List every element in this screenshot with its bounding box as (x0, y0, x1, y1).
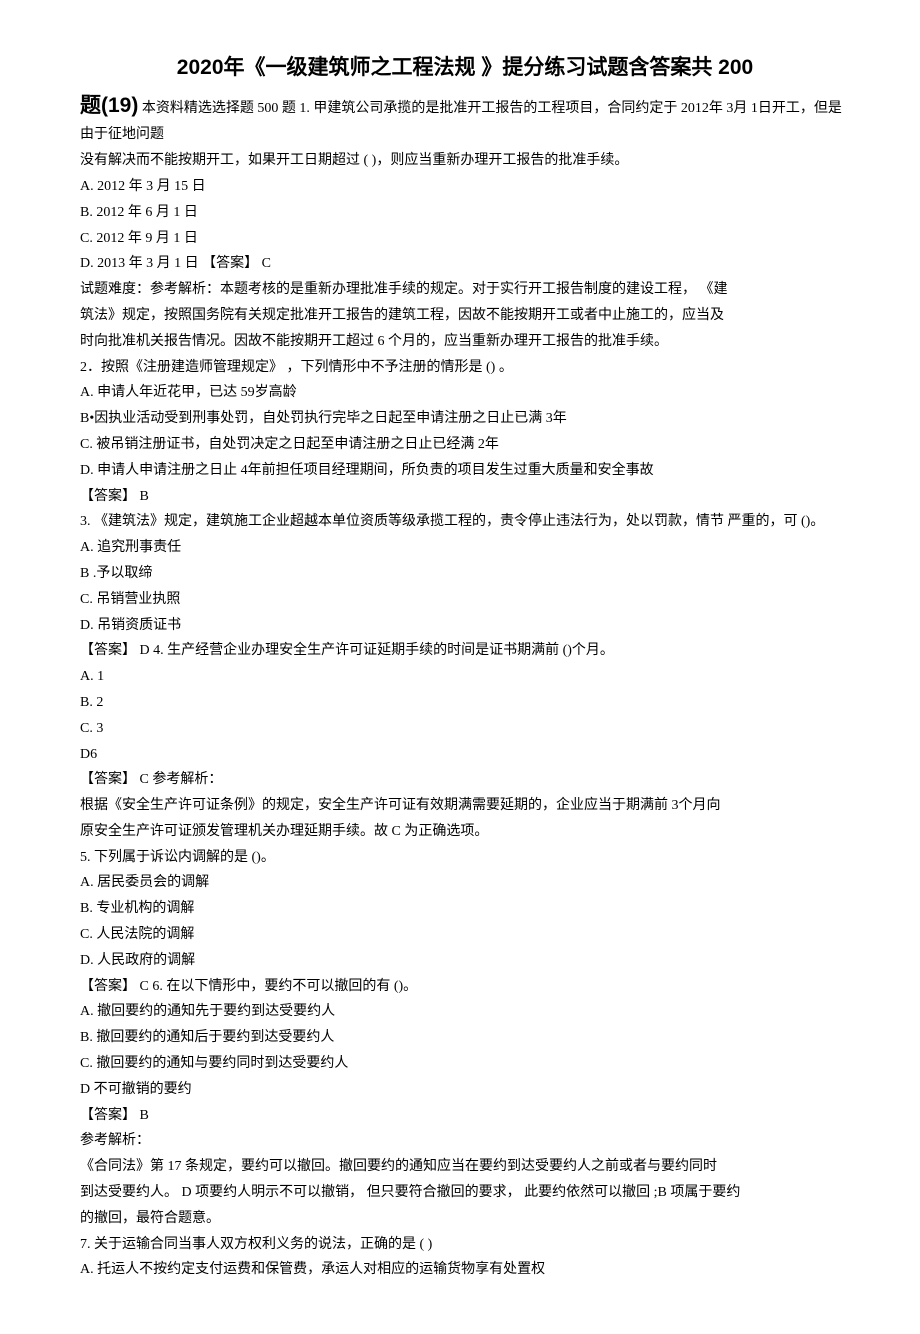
q6-explanation-3: 的撤回，最符合题意。 (80, 1207, 850, 1231)
q2-stem: 2．按照《注册建造师管理规定》 ，下列情形中不予注册的情形是 () 。 (80, 356, 850, 380)
q6-option-a: A. 撤回要约的通知先于要约到达受要约人 (80, 1000, 850, 1024)
q1-option-d-answer: D. 2013 年 3 月 1 日 【答案】 C (80, 252, 850, 276)
q5-option-a: A. 居民委员会的调解 (80, 871, 850, 895)
q7-stem: 7. 关于运输合同当事人双方权利义务的说法，正确的是 ( ) (80, 1233, 850, 1257)
q2-option-c: C. 被吊销注册证书，自处罚决定之日起至申请注册之日止已经满 2年 (80, 433, 850, 457)
subtitle-prefix: 题(19) (80, 94, 138, 117)
q1-line2: 没有解决而不能按期开工，如果开工日期超过 ( )，则应当重新办理开工报告的批准手… (80, 149, 850, 173)
subtitle-line: 题(19) 本资料精选选择题 500 题 1. 甲建筑公司承揽的是批准开工报告的… (80, 88, 850, 147)
q5-option-c: C. 人民法院的调解 (80, 923, 850, 947)
q3-answer-q4-stem: 【答案】 D 4. 生产经营企业办理安全生产许可证延期手续的时间是证书期满前 (… (80, 639, 850, 663)
page-title: 2020年《一级建筑师之工程法规 》提分练习试题含答案共 200 (80, 50, 850, 86)
q1-explanation-3: 时向批准机关报告情况。因故不能按期开工超过 6 个月的，应当重新办理开工报告的批… (80, 330, 850, 354)
q6-explanation-1: 《合同法》第 17 条规定，要约可以撤回。撤回要约的通知应当在要约到达受要约人之… (80, 1155, 850, 1179)
q4-option-c: C. 3 (80, 717, 850, 741)
q4-option-a: A. 1 (80, 665, 850, 689)
q5-option-b: B. 专业机构的调解 (80, 897, 850, 921)
q5-option-d: D. 人民政府的调解 (80, 949, 850, 973)
q4-explanation-2: 原安全生产许可证颁发管理机关办理延期手续。故 C 为正确选项。 (80, 820, 850, 844)
q4-answer: 【答案】 C 参考解析： (80, 768, 850, 792)
q2-option-a: A. 申请人年近花甲，已达 59岁高龄 (80, 381, 850, 405)
q1-explanation-1: 试题难度：参考解析：本题考核的是重新办理批准手续的规定。对于实行开工报告制度的建… (80, 278, 850, 302)
q3-option-a: A. 追究刑事责任 (80, 536, 850, 560)
q1-explanation-2: 筑法》规定，按照国务院有关规定批准开工报告的建筑工程，因故不能按期开工或者中止施… (80, 304, 850, 328)
q3-option-c: C. 吊销营业执照 (80, 588, 850, 612)
q6-explanation-2: 到达受要约人。 D 项要约人明示不可以撤销， 但只要符合撤回的要求， 此要约依然… (80, 1181, 850, 1205)
q6-explanation-header: 参考解析： (80, 1129, 850, 1153)
q6-answer: 【答案】 B (80, 1104, 850, 1128)
q4-option-d: D6 (80, 743, 850, 767)
q1-option-a: A. 2012 年 3 月 15 日 (80, 175, 850, 199)
q6-option-c: C. 撤回要约的通知与要约同时到达受要约人 (80, 1052, 850, 1076)
q3-option-b: B .予以取缔 (80, 562, 850, 586)
q7-option-a: A. 托运人不按约定支付运费和保管费，承运人对相应的运输货物享有处置权 (80, 1258, 850, 1282)
q2-option-b: B•因执业活动受到刑事处罚，自处罚执行完毕之日起至申请注册之日止已满 3年 (80, 407, 850, 431)
q6-option-b: B. 撤回要约的通知后于要约到达受要约人 (80, 1026, 850, 1050)
q5-answer-q6-stem: 【答案】 C 6. 在以下情形中，要约不可以撤回的有 ()。 (80, 975, 850, 999)
q4-option-b: B. 2 (80, 691, 850, 715)
q1-option-b: B. 2012 年 6 月 1 日 (80, 201, 850, 225)
q5-stem: 5. 下列属于诉讼内调解的是 ()。 (80, 846, 850, 870)
q1-option-c: C. 2012 年 9 月 1 日 (80, 227, 850, 251)
question-intro: 本资料精选选择题 500 题 1. 甲建筑公司承揽的是批准开工报告的工程项目，合… (80, 101, 842, 143)
q3-stem: 3. 《建筑法》规定，建筑施工企业超越本单位资质等级承揽工程的，责令停止违法行为… (80, 510, 850, 534)
q3-option-d: D. 吊销资质证书 (80, 614, 850, 638)
q2-option-d: D. 申请人申请注册之日止 4年前担任项目经理期间，所负责的项目发生过重大质量和… (80, 459, 850, 483)
q2-answer: 【答案】 B (80, 485, 850, 509)
q4-explanation-1: 根据《安全生产许可证条例》的规定，安全生产许可证有效期满需要延期的，企业应当于期… (80, 794, 850, 818)
q6-option-d: D 不可撤销的要约 (80, 1078, 850, 1102)
